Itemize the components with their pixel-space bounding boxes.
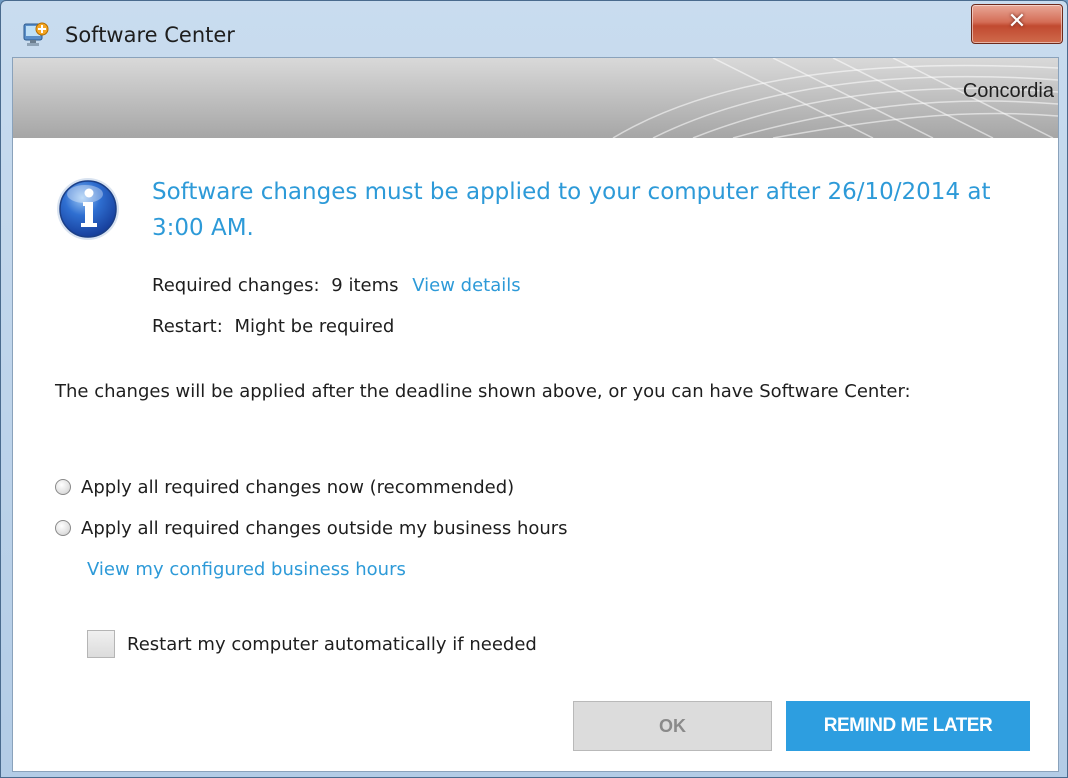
software-center-window: Software Center ✕ Concordia Software cha… xyxy=(0,0,1068,778)
ok-button[interactable]: OK xyxy=(573,701,772,751)
restart-value: Might be required xyxy=(234,316,395,337)
business-hours-link[interactable]: View my configured business hours xyxy=(87,559,406,580)
restart-automatically-label: Restart my computer automatically if nee… xyxy=(127,633,537,655)
restart-automatically-checkbox[interactable] xyxy=(87,630,115,658)
close-icon: ✕ xyxy=(1007,9,1027,34)
required-changes-count: 9 items xyxy=(331,275,399,296)
organization-name: Concordia xyxy=(962,80,1054,102)
remind-me-later-button[interactable]: REMIND ME LATER xyxy=(786,701,1030,751)
software-center-icon xyxy=(21,21,49,49)
restart-row: Restart: Might be required xyxy=(152,316,394,337)
apply-now-label: Apply all required changes now (recommen… xyxy=(81,476,515,498)
title-bar[interactable]: Software Center ✕ xyxy=(1,1,1067,65)
instructions-text: The changes will be applied after the de… xyxy=(55,381,911,402)
info-icon xyxy=(55,176,121,242)
apply-now-radio[interactable] xyxy=(55,479,71,495)
apply-outside-hours-option[interactable]: Apply all required changes outside my bu… xyxy=(55,514,568,542)
restart-label: Restart: xyxy=(152,316,223,337)
close-button[interactable]: ✕ xyxy=(971,4,1063,44)
required-changes-label: Required changes: xyxy=(152,275,320,296)
deadline-headline: Software changes must be applied to your… xyxy=(152,179,991,241)
banner-swirl-decoration xyxy=(612,58,1058,138)
restart-automatically-option[interactable]: Restart my computer automatically if nee… xyxy=(87,628,537,660)
apply-now-option[interactable]: Apply all required changes now (recommen… xyxy=(55,473,514,501)
organization-banner: Concordia xyxy=(13,58,1058,138)
view-details-link[interactable]: View details xyxy=(412,275,520,296)
window-title: Software Center xyxy=(65,23,235,47)
required-changes-row: Required changes: 9 items View details xyxy=(152,275,521,296)
apply-outside-hours-radio[interactable] xyxy=(55,520,71,536)
dialog-content: Concordia Software changes must be appli… xyxy=(12,57,1059,772)
apply-outside-hours-label: Apply all required changes outside my bu… xyxy=(81,517,568,539)
